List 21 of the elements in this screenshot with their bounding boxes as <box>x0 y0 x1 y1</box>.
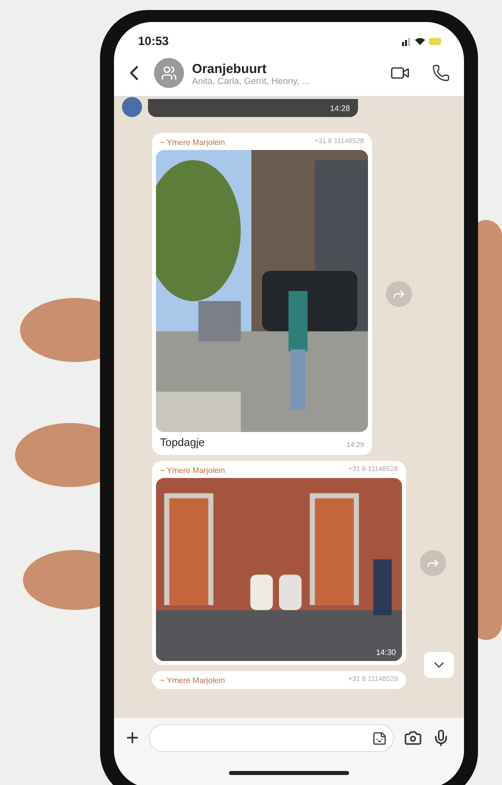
phone-icon <box>432 64 450 82</box>
status-icons <box>402 36 442 46</box>
message-input[interactable] <box>148 724 394 752</box>
attach-button[interactable]: + <box>126 727 139 749</box>
sticker-icon[interactable] <box>372 730 387 746</box>
call-button[interactable] <box>432 64 450 82</box>
camera-button[interactable] <box>404 729 422 747</box>
sender-name: ~ Ymere Marjolein <box>160 466 225 475</box>
chat-members: Anita, Carla, Gerrit, Henny, ... <box>192 76 310 86</box>
sender-name: ~ Ymere Marjolein <box>160 676 225 685</box>
mic-button[interactable] <box>432 729 450 747</box>
avatar <box>122 97 142 117</box>
caption: Topdagje <box>160 437 205 449</box>
message-time: 14:30 <box>376 648 396 657</box>
sender-name: ~ Ymere Marjolein <box>160 138 225 147</box>
camera-icon <box>404 729 422 747</box>
message-time: 14:28 <box>330 104 350 112</box>
status-time: 10:53 <box>138 34 169 48</box>
chat-title: Oranjebuurt <box>192 60 268 76</box>
group-icon <box>161 65 177 81</box>
microphone-icon <box>432 729 450 747</box>
